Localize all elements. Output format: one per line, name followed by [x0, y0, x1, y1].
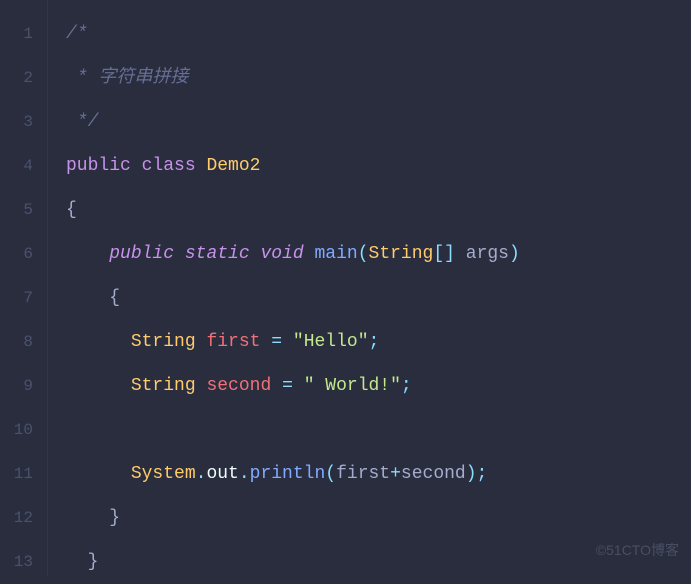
string-token: "Hello" — [293, 332, 369, 352]
code-line[interactable]: public static void main(String[] args) — [66, 232, 691, 276]
comment-token: /* — [66, 24, 88, 44]
code-line[interactable] — [66, 408, 691, 452]
line-number-gutter: 1 2 3 4 5 6 7 8 9 10 11 12 13 — [0, 0, 48, 576]
variable-token: second — [206, 376, 271, 396]
code-editor[interactable]: 1 2 3 4 5 6 7 8 9 10 11 12 13 /* * 字符串拼接… — [0, 0, 691, 576]
comment-token: */ — [66, 112, 98, 132]
bracket-token: [ — [433, 244, 444, 264]
class-ref-token: System — [131, 464, 196, 484]
line-number: 5 — [0, 188, 47, 232]
code-line[interactable]: */ — [66, 100, 691, 144]
line-number: 13 — [0, 540, 47, 584]
paren-token: ( — [358, 244, 369, 264]
dot-token: . — [196, 464, 207, 484]
function-token: main — [315, 244, 358, 264]
line-number: 3 — [0, 100, 47, 144]
string-token: " World!" — [304, 376, 401, 396]
brace-token: } — [109, 508, 120, 528]
line-number: 9 — [0, 364, 47, 408]
line-number: 11 — [0, 452, 47, 496]
code-area[interactable]: /* * 字符串拼接 */ public class Demo2 { publi… — [48, 0, 691, 576]
variable-token: second — [401, 464, 466, 484]
brace-token: { — [66, 200, 77, 220]
line-number: 1 — [0, 12, 47, 56]
code-line[interactable]: System.out.println(first+second); — [66, 452, 691, 496]
code-line[interactable]: * 字符串拼接 — [66, 56, 691, 100]
keyword-token: static — [185, 244, 250, 264]
line-number: 7 — [0, 276, 47, 320]
paren-token: ) — [466, 464, 477, 484]
operator-token: + — [390, 464, 401, 484]
field-token: out — [206, 464, 238, 484]
function-token: println — [250, 464, 326, 484]
code-line[interactable]: { — [66, 276, 691, 320]
keyword-token: public — [66, 156, 131, 176]
line-number: 2 — [0, 56, 47, 100]
code-line[interactable]: { — [66, 188, 691, 232]
variable-token: first — [206, 332, 260, 352]
line-number: 12 — [0, 496, 47, 540]
line-number: 10 — [0, 408, 47, 452]
paren-token: ( — [325, 464, 336, 484]
brace-token: } — [88, 552, 99, 572]
variable-token: first — [336, 464, 390, 484]
semicolon-token: ; — [369, 332, 380, 352]
paren-token: ) — [509, 244, 520, 264]
code-line[interactable]: /* — [66, 12, 691, 56]
dot-token: . — [239, 464, 250, 484]
keyword-token: public — [109, 244, 174, 264]
comment-token: * 字符串拼接 — [66, 68, 188, 88]
operator-token: = — [271, 332, 282, 352]
brace-token: { — [109, 288, 120, 308]
semicolon-token: ; — [401, 376, 412, 396]
line-number: 6 — [0, 232, 47, 276]
bracket-token: ] — [444, 244, 455, 264]
arg-token: args — [466, 244, 509, 264]
code-line[interactable]: String second = " World!"; — [66, 364, 691, 408]
line-number: 4 — [0, 144, 47, 188]
type-token: String — [369, 244, 434, 264]
code-line[interactable]: String first = "Hello"; — [66, 320, 691, 364]
type-token: String — [131, 376, 196, 396]
classname-token: Demo2 — [206, 156, 260, 176]
semicolon-token: ; — [477, 464, 488, 484]
type-token: String — [131, 332, 196, 352]
keyword-token: class — [142, 156, 196, 176]
watermark-text: ©51CTO博客 — [596, 540, 679, 560]
keyword-token: void — [260, 244, 303, 264]
code-line[interactable]: public class Demo2 — [66, 144, 691, 188]
operator-token: = — [282, 376, 293, 396]
line-number: 8 — [0, 320, 47, 364]
code-line[interactable]: } — [66, 496, 691, 540]
